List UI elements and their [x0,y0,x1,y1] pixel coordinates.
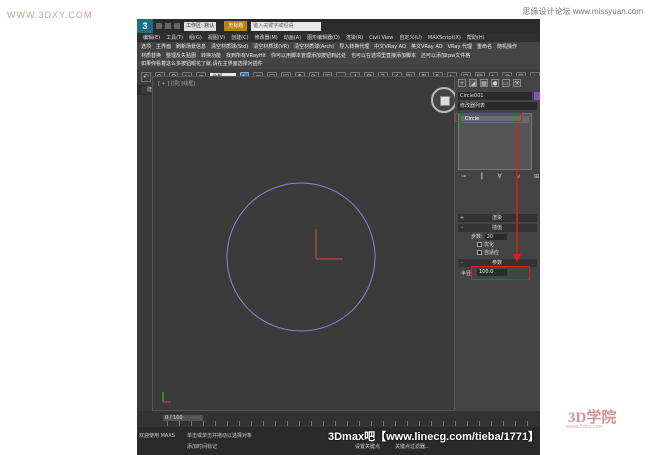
script-button[interactable]: 还可以添加tpw文件格 [421,52,470,61]
menu-item[interactable]: 动画(A) [284,34,301,41]
watermark-bottom: 3Dmax吧【www.linecg.com/tieba/1771】 [328,431,540,443]
screenshot-frame: WWW.3DXY.COM 思缘设计论坛 www.missyuan.com 3 工… [0,0,651,455]
undo-icon[interactable]: ↶ [141,72,151,82]
menu-item[interactable]: MAXScript(X) [428,35,461,41]
top-viewport[interactable]: [ + ] [顶] [线框] [152,76,457,411]
watermark-top-right: 思缘设计论坛 www.missyuan.com [522,7,643,16]
search-input[interactable]: 键入关键字或短语 [251,21,322,31]
script-button[interactable]: 也可以在选项里直接添加脚本 [351,52,416,61]
annotation-arrow [513,122,521,262]
menu-item[interactable]: 工具(T) [166,34,183,41]
script-button[interactable]: 选项 [141,43,151,52]
script-button[interactable]: 找到所有VRayHit [226,52,266,61]
script-button[interactable]: 重命名 [477,43,492,52]
welcome-text: 欢迎使用 MAXS [139,433,175,439]
time-slider-bar: 0 / 100 [137,411,540,427]
track-bar[interactable] [167,421,537,426]
watermark-3d-sub: www.3dxy.com [566,424,604,430]
script-button[interactable]: VRay 代理 [448,43,472,52]
add-time-tag[interactable]: 添加时间标记 [187,443,217,450]
workspace-dropdown[interactable]: 工作区: 默认 [184,21,217,31]
menu-item[interactable]: 创建(C) [231,34,248,41]
script-button[interactable]: 中文VRay AO [374,43,406,52]
ribbon-row: 如果你看着这么多按钮眼花了就,请在主界面选择对插件 [141,60,536,69]
key-filters-button[interactable]: 关键点过滤器... [395,443,430,450]
status-hint: 单击或单击并拖动以选择对象 [187,433,253,439]
menu-item[interactable]: 图形编辑器(D) [307,34,340,41]
script-button[interactable]: 你可以用脚本管理添加按钮到此处 [271,52,346,61]
circle-spline[interactable] [226,182,376,332]
ribbon-row: 材质替换 整理反失贴图 转换功能 找到所有VRayHit 你可以用脚本管理添加按钮到此处… [141,52,536,61]
script-button[interactable]: 材质替换 [141,52,161,61]
menu-item[interactable]: 修改器(M) [255,34,278,41]
script-button[interactable]: 主界面 [156,43,171,52]
quick-access-icon[interactable] [156,23,162,29]
ribbon-row: 选项 主界面 刷新场景信息 清空材质球(Std) 清空材质球(VR) 清空材质球(Arch… [141,43,536,52]
quick-access-icon[interactable] [174,23,180,29]
menu-item[interactable]: 自定义(U) [399,34,422,41]
title-bar: 3 工作区: 默认 无标题 键入关键字或短语 [137,19,540,33]
script-button[interactable]: 清空材质球(VR) [253,43,289,52]
set-key-button[interactable]: 设置关键点 [355,443,380,450]
menu-item[interactable]: Civil View [369,35,393,41]
menu-item[interactable]: 视图(V) [208,34,225,41]
script-button[interactable]: 导入转换代理 [339,43,369,52]
command-panel: + ◢ ▦ ● ▭ ⚒ Circle001 修改器列表 Circle ⊸ ┃ ∀… [455,76,540,411]
menu-bar: 编辑(E) 工具(T) 组(G) 视图(V) 创建(C) 修改器(M) 动画(A) 图形编辑器… [137,33,540,42]
script-ribbon: 选项 主界面 刷新场景信息 清空材质球(Std) 清空材质球(VR) 清空材质球(Arch… [137,42,540,69]
menu-item[interactable]: 组(G) [189,34,202,41]
script-button[interactable]: 清空材质球(Arch) [294,43,334,52]
script-button[interactable]: 转换功能 [201,52,221,61]
document-title: 无标题 [224,21,248,31]
script-button[interactable]: 刷新场景信息 [176,43,206,52]
script-button[interactable]: 整理反失贴图 [166,52,196,61]
quick-access-icon[interactable] [165,23,171,29]
script-button[interactable]: 如果你看着这么多按钮眼花了就,请在主界面选择对插件 [141,60,263,69]
script-button[interactable]: 清空材质球(Std) [211,43,248,52]
menu-item[interactable]: 编辑(E) [143,34,160,41]
app-logo-icon[interactable]: 3 [137,19,153,33]
script-button[interactable]: 英文VRay AO [411,43,443,52]
menu-item[interactable]: 渲染(R) [346,34,363,41]
script-button[interactable]: 随机操作 [497,43,517,52]
watermark-top-left: WWW.3DXY.COM [7,10,93,20]
max-window: 3 工作区: 默认 无标题 键入关键字或短语 编辑(E) 工具(T) 组(G) 视图(… [137,19,540,455]
viewport-canvas [162,182,376,403]
menu-item[interactable]: 帮助(H) [467,34,485,41]
